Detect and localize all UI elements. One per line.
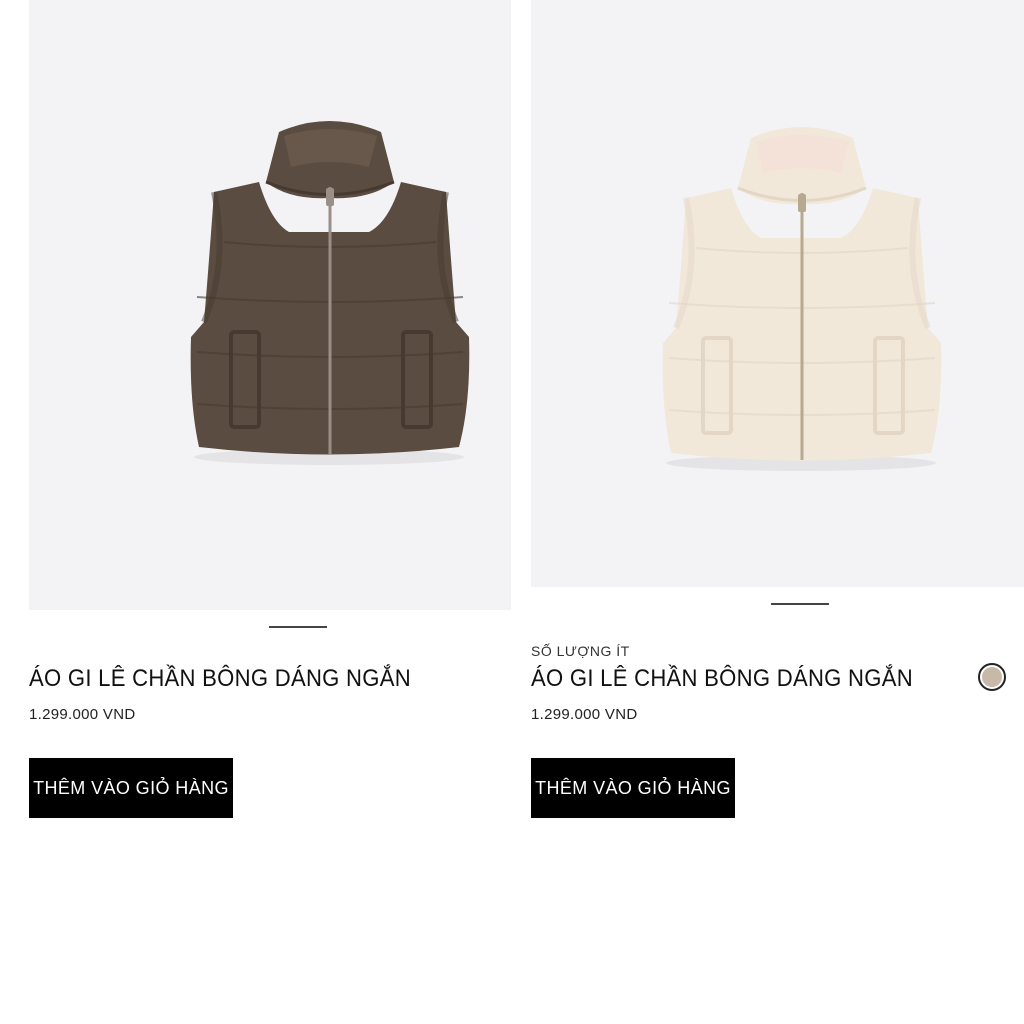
vest-illustration bbox=[662, 127, 942, 471]
product-price: 1.299.000 VND bbox=[29, 706, 136, 723]
vest-zipper-pull bbox=[326, 188, 334, 206]
add-to-cart-button[interactable]: THÊM VÀO GIỎ HÀNG bbox=[29, 758, 233, 818]
product-image[interactable] bbox=[29, 0, 511, 610]
product-price: 1.299.000 VND bbox=[531, 706, 638, 723]
color-swatch[interactable] bbox=[978, 663, 1006, 691]
product-title[interactable]: ÁO GI LÊ CHẦN BÔNG DÁNG NGẮN bbox=[29, 665, 411, 693]
color-swatch-fill bbox=[982, 667, 1002, 687]
vest-collar-lining bbox=[284, 129, 377, 167]
low-stock-badge: SỐ LƯỢNG ÍT bbox=[531, 643, 630, 659]
add-to-cart-button[interactable]: THÊM VÀO GIỎ HÀNG bbox=[531, 758, 735, 818]
vest-illustration bbox=[190, 121, 470, 465]
product-card: SỐ LƯỢNG ÍT ÁO GI LÊ CHẦN BÔNG DÁNG NGẮN… bbox=[531, 0, 1024, 818]
vest-zipper-pull bbox=[798, 194, 806, 212]
product-card: ÁO GI LÊ CHẦN BÔNG DÁNG NGẮN 1.299.000 V… bbox=[29, 0, 511, 818]
product-title[interactable]: ÁO GI LÊ CHẦN BÔNG DÁNG NGẮN bbox=[531, 665, 913, 693]
vest-collar-lining bbox=[756, 135, 849, 173]
carousel-indicator[interactable] bbox=[771, 603, 829, 605]
product-image[interactable] bbox=[531, 0, 1024, 587]
carousel-indicator[interactable] bbox=[269, 626, 327, 628]
